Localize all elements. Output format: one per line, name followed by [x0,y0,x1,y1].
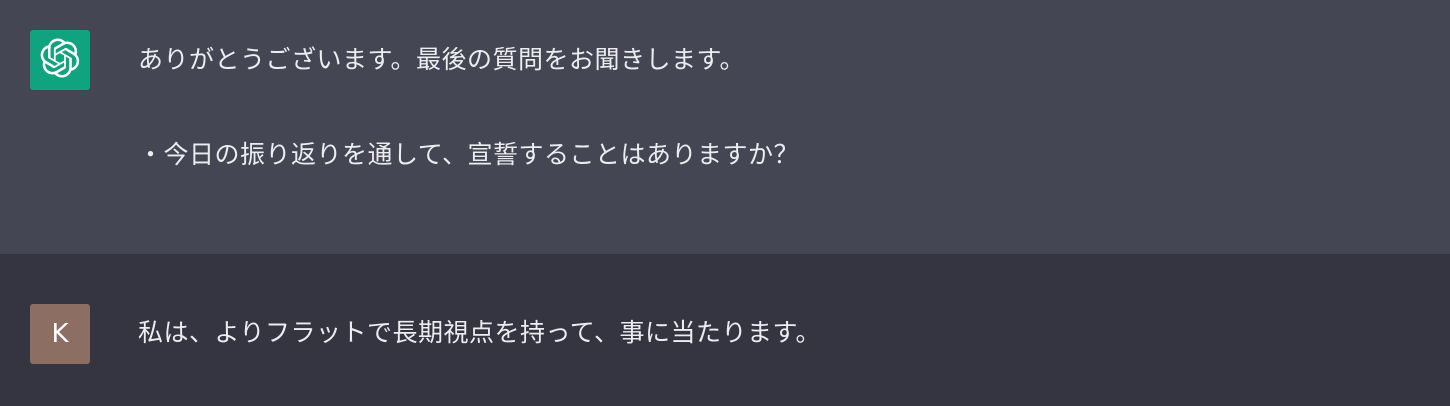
assistant-message-text: ・今日の振り返りを通して、宣誓することはありますか？ [138,137,1390,173]
assistant-message-text: ありがとうございます。最後の質問をお聞きします。 [138,42,1390,78]
assistant-avatar [30,30,90,90]
openai-logo-icon [40,38,80,82]
user-avatar-letter: K [51,319,69,349]
message-line: ありがとうございます。最後の質問をお聞きします。 [138,45,746,74]
assistant-message: ありがとうございます。最後の質問をお聞きします。 ・今日の振り返りを通して、宣誓… [0,0,1450,254]
user-message: K 私は、よりフラットで長期視点を持って、事に当たります。 [0,254,1450,406]
message-line: 私は、よりフラットで長期視点を持って、事に当たります。 [138,318,822,347]
message-line: ・今日の振り返りを通して、宣誓することはありますか？ [138,140,800,169]
user-message-text: 私は、よりフラットで長期視点を持って、事に当たります。 [138,315,1390,351]
chat-thread: ありがとうございます。最後の質問をお聞きします。 ・今日の振り返りを通して、宣誓… [0,0,1450,406]
user-avatar: K [30,304,90,364]
